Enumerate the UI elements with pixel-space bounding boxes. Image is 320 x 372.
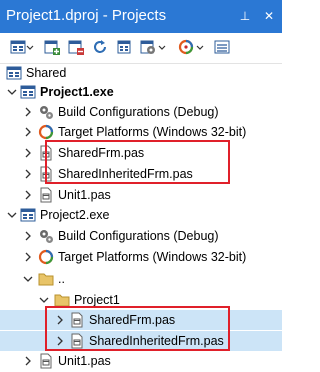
- project-dropdown-icon[interactable]: [26, 39, 34, 55]
- form-file-icon: [38, 187, 54, 203]
- form-file-icon: [38, 353, 54, 369]
- tree-item-label: Build Configurations (Debug): [58, 229, 219, 243]
- target-dropdown-icon[interactable]: [196, 39, 204, 55]
- project-icon[interactable]: [10, 39, 26, 55]
- close-icon[interactable]: ✕: [262, 9, 276, 23]
- tree-item-label: Unit1.pas: [58, 188, 111, 202]
- chevron-right-icon[interactable]: [22, 189, 34, 201]
- title-bar: Project1.dproj - Projects ⊥ ✕: [0, 0, 282, 33]
- options-dropdown-icon[interactable]: [158, 39, 166, 55]
- chevron-right-icon[interactable]: [22, 251, 34, 263]
- tree-item-project1[interactable]: Project1.exe: [0, 82, 282, 102]
- project-icon: [20, 207, 36, 223]
- tree-item-project2[interactable]: Project2.exe: [0, 205, 282, 225]
- tree-item-target-platforms[interactable]: Target Platforms (Windows 32-bit): [0, 122, 282, 142]
- chevron-right-icon[interactable]: [22, 126, 34, 138]
- tree-item-label: Project2.exe: [40, 208, 110, 222]
- tree-item-unit1[interactable]: Unit1.pas: [0, 185, 282, 205]
- folder-icon: [38, 271, 54, 287]
- tree-item-parent-folder[interactable]: ..: [0, 269, 282, 289]
- target-platform-icon: [38, 249, 54, 265]
- chevron-right-icon[interactable]: [22, 106, 34, 118]
- remove-icon[interactable]: [68, 39, 84, 55]
- tree-item-label: ..: [58, 272, 65, 286]
- highlight-box: [45, 306, 230, 351]
- tree-item-label: Project1.exe: [40, 85, 114, 99]
- tree-item-build-configurations[interactable]: Build Configurations (Debug): [0, 226, 282, 246]
- toolbar: [0, 33, 282, 64]
- options-icon[interactable]: [140, 39, 156, 55]
- project-icon: [20, 84, 36, 100]
- project-tree: Shared Project1.exe Build Configurations…: [0, 63, 282, 371]
- pin-icon[interactable]: ⊥: [238, 9, 252, 23]
- refresh-icon[interactable]: [92, 39, 108, 55]
- add-icon[interactable]: [44, 39, 60, 55]
- chevron-right-icon[interactable]: [22, 355, 34, 367]
- tree-item-label: Target Platforms (Windows 32-bit): [58, 125, 247, 139]
- highlight-box: [45, 140, 230, 184]
- target-platform-icon: [38, 124, 54, 140]
- tree-item-label: Target Platforms (Windows 32-bit): [58, 250, 247, 264]
- chevron-down-icon[interactable]: [22, 273, 34, 285]
- target-icon[interactable]: [178, 39, 194, 55]
- gear-icon: [38, 104, 54, 120]
- tree-item-build-configurations[interactable]: Build Configurations (Debug): [0, 102, 282, 122]
- tree-item-unit1[interactable]: Unit1.pas: [0, 351, 282, 371]
- tree-item-label: Shared: [26, 66, 67, 80]
- chevron-right-icon[interactable]: [22, 168, 34, 180]
- tree-item-shared[interactable]: Shared: [0, 63, 282, 83]
- gear-icon: [38, 228, 54, 244]
- chevron-right-icon[interactable]: [22, 147, 34, 159]
- chevron-down-icon[interactable]: [6, 209, 18, 221]
- window-title: Project1.dproj - Projects: [6, 7, 167, 24]
- chevron-down-icon[interactable]: [6, 86, 18, 98]
- tree-item-label: Unit1.pas: [58, 354, 111, 368]
- chevron-right-icon[interactable]: [22, 230, 34, 242]
- list-icon[interactable]: [214, 39, 230, 55]
- sync-icon[interactable]: [116, 39, 132, 55]
- tree-item-label: Build Configurations (Debug): [58, 105, 219, 119]
- tree-item-target-platforms[interactable]: Target Platforms (Windows 32-bit): [0, 247, 282, 267]
- project-group-icon: [6, 65, 22, 81]
- chevron-down-icon[interactable]: [38, 294, 50, 306]
